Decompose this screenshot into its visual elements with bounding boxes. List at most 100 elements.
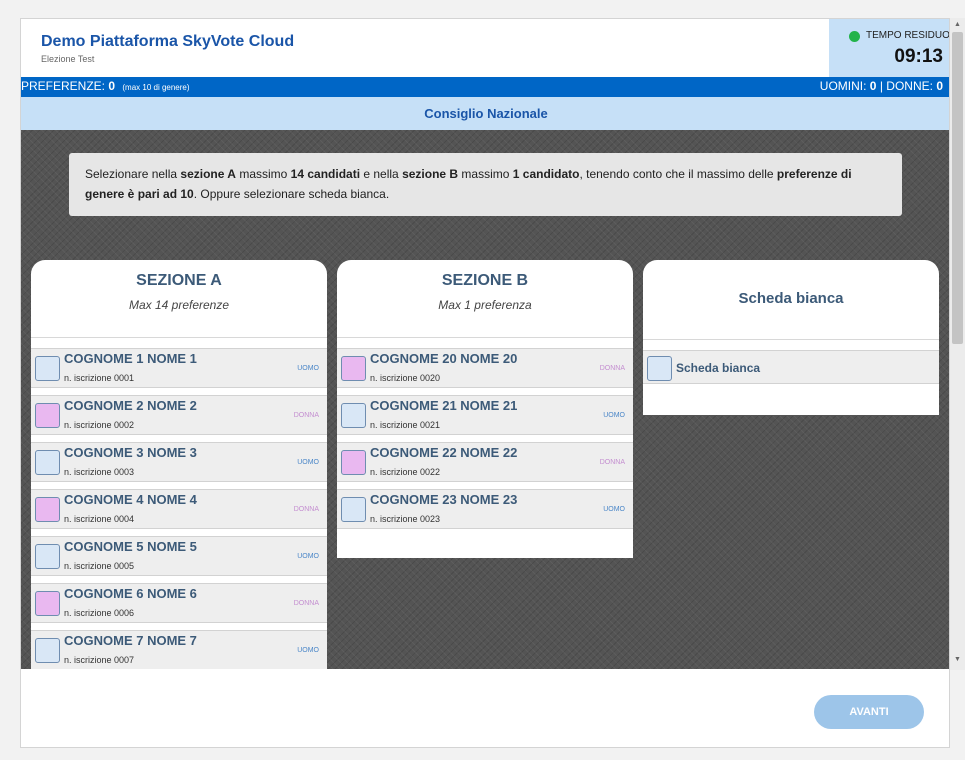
women-label: DONNE: bbox=[886, 79, 933, 93]
candidate-registration: n. iscrizione 0004 bbox=[64, 514, 135, 524]
blank-ballot-option[interactable]: Scheda bianca bbox=[643, 350, 939, 384]
candidate-name: COGNOME 3 NOME 3 bbox=[64, 445, 197, 460]
candidate-row[interactable]: COGNOME 7 NOME 7 n. iscrizione 0007 UOMO bbox=[31, 630, 327, 669]
gender-counter: UOMINI: 0 | DONNE: 0 bbox=[820, 79, 943, 93]
election-name: Elezione Test bbox=[41, 54, 95, 64]
preferences-note: (max 10 di genere) bbox=[122, 83, 190, 92]
scrollbar[interactable]: ▲ ▼ bbox=[950, 18, 965, 670]
candidate-checkbox[interactable] bbox=[35, 403, 60, 428]
organ-title: Consiglio Nazionale bbox=[21, 97, 949, 130]
candidate-gender: UOMO bbox=[297, 647, 319, 654]
blank-ballot-label: Scheda bianca bbox=[676, 361, 761, 375]
section-b-list: COGNOME 20 NOME 20 n. iscrizione 0020 DO… bbox=[337, 338, 633, 548]
instructions-text: massimo bbox=[458, 167, 513, 181]
instructions-text: e nella bbox=[360, 167, 403, 181]
candidate-name: COGNOME 4 NOME 4 bbox=[64, 492, 197, 507]
candidate-registration: n. iscrizione 0022 bbox=[370, 467, 441, 477]
candidate-gender: UOMO bbox=[297, 459, 319, 466]
candidate-row[interactable]: COGNOME 23 NOME 23 n. iscrizione 0023 UO… bbox=[337, 489, 633, 529]
candidate-registration: n. iscrizione 0003 bbox=[64, 467, 135, 477]
candidate-name: COGNOME 21 NOME 21 bbox=[370, 398, 518, 413]
candidate-checkbox[interactable] bbox=[35, 497, 60, 522]
scroll-down-arrow-icon[interactable]: ▼ bbox=[954, 656, 961, 663]
preferences-counter: PREFERENZE: 0 (max 10 di genere) bbox=[21, 79, 190, 93]
candidate-registration: n. iscrizione 0007 bbox=[64, 655, 135, 665]
candidate-name: COGNOME 23 NOME 23 bbox=[370, 492, 518, 507]
candidate-row[interactable]: COGNOME 2 NOME 2 n. iscrizione 0002 DONN… bbox=[31, 395, 327, 435]
candidate-checkbox[interactable] bbox=[341, 450, 366, 475]
candidate-registration: n. iscrizione 0021 bbox=[370, 420, 441, 430]
section-a-card: SEZIONE A Max 14 preferenze COGNOME 1 NO… bbox=[31, 260, 327, 669]
preferences-count: 0 bbox=[108, 79, 116, 93]
gender-separator: | bbox=[879, 79, 883, 93]
header: Demo Piattaforma SkyVote Cloud Elezione … bbox=[21, 19, 950, 77]
app-title: Demo Piattaforma SkyVote Cloud bbox=[41, 33, 295, 50]
instructions-bold: 1 candidato bbox=[512, 167, 580, 181]
candidate-name: COGNOME 5 NOME 5 bbox=[64, 539, 197, 554]
candidate-registration: n. iscrizione 0020 bbox=[370, 373, 441, 383]
candidate-gender: DONNA bbox=[293, 506, 319, 513]
status-dot-icon bbox=[849, 31, 860, 42]
candidate-name: COGNOME 2 NOME 2 bbox=[64, 398, 197, 413]
candidate-name: COGNOME 6 NOME 6 bbox=[64, 586, 197, 601]
instructions-text: Selezionare nella bbox=[85, 167, 181, 181]
candidate-checkbox[interactable] bbox=[35, 450, 60, 475]
candidate-gender: DONNA bbox=[599, 365, 625, 372]
candidate-row[interactable]: COGNOME 1 NOME 1 n. iscrizione 0001 UOMO bbox=[31, 348, 327, 388]
candidate-row[interactable]: COGNOME 6 NOME 6 n. iscrizione 0006 DONN… bbox=[31, 583, 327, 623]
men-label: UOMINI: bbox=[819, 79, 867, 93]
section-a-title: SEZIONE A bbox=[136, 272, 222, 289]
candidate-gender: UOMO bbox=[297, 553, 319, 560]
instructions-bold: sezione B bbox=[402, 167, 459, 181]
ballot-area: Selezionare nella sezione A massimo 14 c… bbox=[21, 130, 949, 669]
candidate-row[interactable]: COGNOME 5 NOME 5 n. iscrizione 0005 UOMO bbox=[31, 536, 327, 576]
candidate-checkbox[interactable] bbox=[35, 591, 60, 616]
instructions-text: . Oppure selezionare scheda bianca. bbox=[193, 187, 390, 201]
section-b-title: SEZIONE B bbox=[441, 272, 529, 289]
section-a-header: SEZIONE A Max 14 preferenze bbox=[31, 260, 327, 338]
blank-ballot-checkbox[interactable] bbox=[647, 356, 672, 381]
candidate-checkbox[interactable] bbox=[35, 356, 60, 381]
preferences-label: PREFERENZE: bbox=[21, 79, 106, 93]
instructions-bold: 14 candidati bbox=[290, 167, 361, 181]
blank-ballot-header: Scheda bianca bbox=[643, 260, 939, 340]
candidate-checkbox[interactable] bbox=[35, 544, 60, 569]
section-a-list: COGNOME 1 NOME 1 n. iscrizione 0001 UOMO… bbox=[31, 338, 327, 669]
scrollbar-thumb[interactable] bbox=[952, 32, 963, 344]
candidate-checkbox[interactable] bbox=[341, 497, 366, 522]
women-count: 0 bbox=[936, 79, 943, 93]
candidate-row[interactable]: COGNOME 22 NOME 22 n. iscrizione 0022 DO… bbox=[337, 442, 633, 482]
candidate-gender: UOMO bbox=[297, 365, 319, 372]
instructions-text: massimo bbox=[235, 167, 291, 181]
candidate-checkbox[interactable] bbox=[341, 403, 366, 428]
candidate-gender: DONNA bbox=[599, 459, 625, 466]
section-b-subtitle: Max 1 preferenza bbox=[438, 298, 532, 312]
instructions-bold: sezione A bbox=[180, 167, 236, 181]
section-b-header: SEZIONE B Max 1 preferenza bbox=[337, 260, 633, 338]
men-count: 0 bbox=[869, 79, 877, 93]
candidate-row[interactable]: COGNOME 4 NOME 4 n. iscrizione 0004 DONN… bbox=[31, 489, 327, 529]
candidate-checkbox[interactable] bbox=[35, 638, 60, 663]
instructions-box: Selezionare nella sezione A massimo 14 c… bbox=[69, 153, 902, 216]
timer-label: TEMPO RESIDUO bbox=[866, 30, 950, 41]
candidate-gender: UOMO bbox=[603, 412, 625, 419]
candidate-name: COGNOME 20 NOME 20 bbox=[370, 351, 518, 366]
candidate-name: COGNOME 22 NOME 22 bbox=[370, 445, 518, 460]
candidate-gender: DONNA bbox=[293, 600, 319, 607]
timer-panel: TEMPO RESIDUO 09:13 bbox=[829, 19, 950, 77]
section-b-card: SEZIONE B Max 1 preferenza COGNOME 20 NO… bbox=[337, 260, 633, 558]
candidate-row[interactable]: COGNOME 21 NOME 21 n. iscrizione 0021 UO… bbox=[337, 395, 633, 435]
next-button[interactable]: AVANTI bbox=[814, 695, 924, 729]
candidate-name: COGNOME 7 NOME 7 bbox=[64, 633, 197, 648]
candidate-row[interactable]: COGNOME 3 NOME 3 n. iscrizione 0003 UOMO bbox=[31, 442, 327, 482]
preferences-bar: PREFERENZE: 0 (max 10 di genere) UOMINI:… bbox=[21, 77, 949, 97]
section-a-subtitle: Max 14 preferenze bbox=[128, 298, 230, 312]
candidate-registration: n. iscrizione 0001 bbox=[64, 373, 135, 383]
candidate-row[interactable]: COGNOME 20 NOME 20 n. iscrizione 0020 DO… bbox=[337, 348, 633, 388]
candidate-name: COGNOME 1 NOME 1 bbox=[64, 351, 197, 366]
candidate-registration: n. iscrizione 0023 bbox=[370, 514, 441, 524]
timer-value: 09:13 bbox=[894, 46, 943, 67]
scroll-up-arrow-icon[interactable]: ▲ bbox=[954, 21, 961, 28]
candidate-checkbox[interactable] bbox=[341, 356, 366, 381]
blank-ballot-title: Scheda bianca bbox=[738, 290, 844, 307]
